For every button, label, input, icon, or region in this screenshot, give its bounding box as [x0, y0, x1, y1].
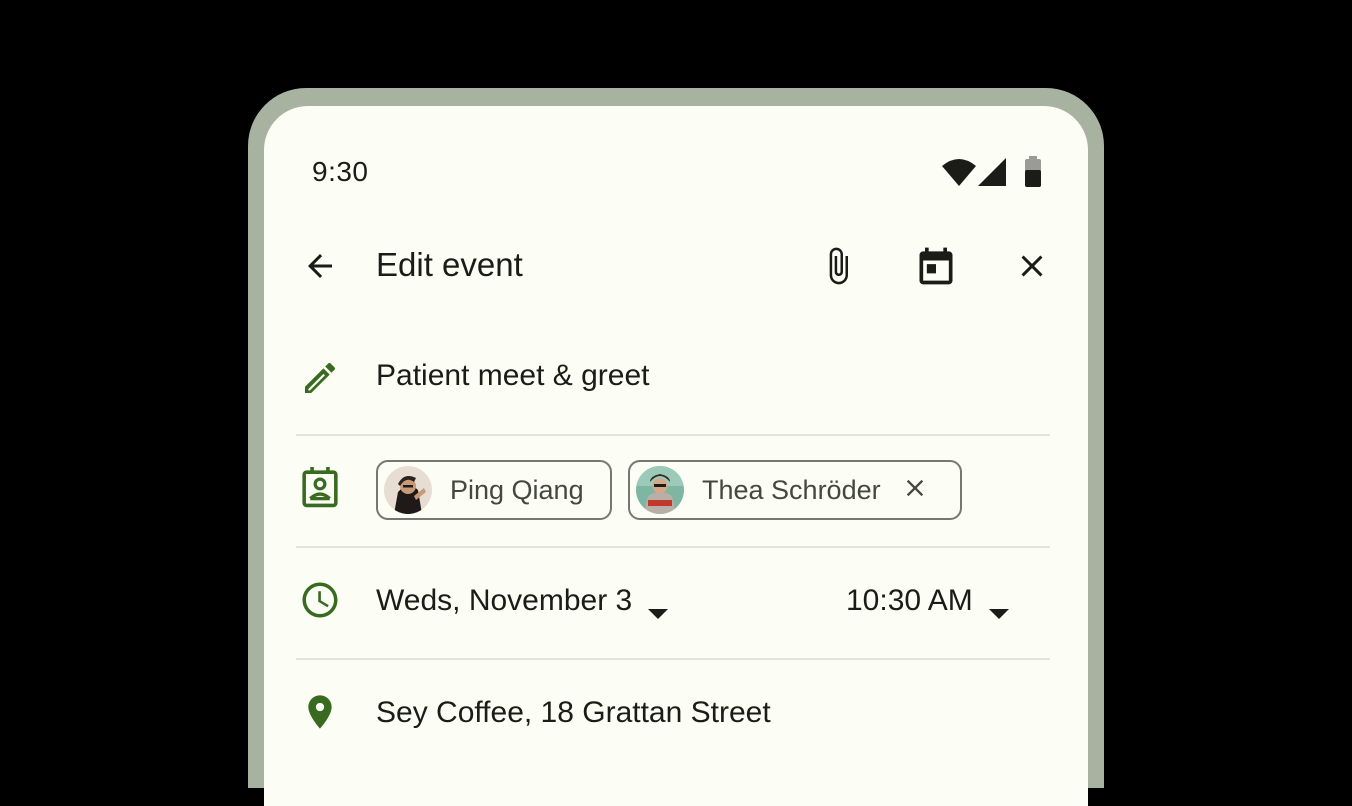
- divider: [296, 658, 1050, 660]
- location-pin-icon: [300, 692, 340, 737]
- row-title-icon-wrap: [296, 356, 344, 404]
- date-value: Weds, November 3: [376, 584, 633, 617]
- page-title: Edit event: [376, 246, 523, 283]
- location-field[interactable]: Sey Coffee, 18 Grattan Street: [376, 696, 771, 730]
- close-button[interactable]: [1008, 244, 1056, 292]
- divider: [296, 546, 1050, 548]
- attach-icon: [818, 246, 858, 291]
- guest-chip-label: Ping Qiang: [450, 474, 584, 505]
- remove-guest-button[interactable]: [901, 476, 929, 504]
- arrow-back-icon: [302, 248, 338, 289]
- phone-screen: 9:30 Edit event Patient meet & greet Pin…: [264, 106, 1088, 806]
- event-title-field[interactable]: Patient meet & greet: [376, 359, 650, 393]
- clock-icon: [299, 579, 341, 626]
- attach-button[interactable]: [814, 244, 862, 292]
- wifi-icon: [942, 158, 976, 191]
- close-icon: [901, 474, 929, 507]
- divider: [296, 434, 1050, 436]
- guest-chip-ping-qiang[interactable]: Ping Qiang: [376, 460, 612, 520]
- battery-icon: [1024, 156, 1042, 193]
- calendar-icon: [914, 244, 958, 293]
- pencil-icon: [300, 358, 340, 403]
- cell-signal-icon: [978, 158, 1006, 191]
- avatar: [636, 466, 684, 514]
- guest-chip-thea-schroder[interactable]: Thea Schröder: [628, 460, 962, 520]
- time-value: 10:30 AM: [846, 584, 973, 617]
- time-dropdown[interactable]: 10:30 AM: [846, 584, 1009, 619]
- row-time-icon-wrap: [296, 578, 344, 626]
- status-icons: [942, 156, 1042, 190]
- back-button[interactable]: [296, 244, 344, 292]
- caret-down-icon: [988, 595, 1009, 619]
- close-icon: [1014, 248, 1050, 289]
- date-dropdown[interactable]: Weds, November 3: [376, 584, 669, 619]
- contact-calendar-icon: [300, 466, 340, 514]
- row-guests-icon-wrap: [296, 466, 344, 514]
- calendar-button[interactable]: [912, 244, 960, 292]
- avatar: [384, 466, 432, 514]
- caret-down-icon: [648, 595, 669, 619]
- status-time: 9:30: [312, 156, 369, 187]
- row-location-icon-wrap: [296, 690, 344, 738]
- guest-chip-label: Thea Schröder: [702, 474, 881, 505]
